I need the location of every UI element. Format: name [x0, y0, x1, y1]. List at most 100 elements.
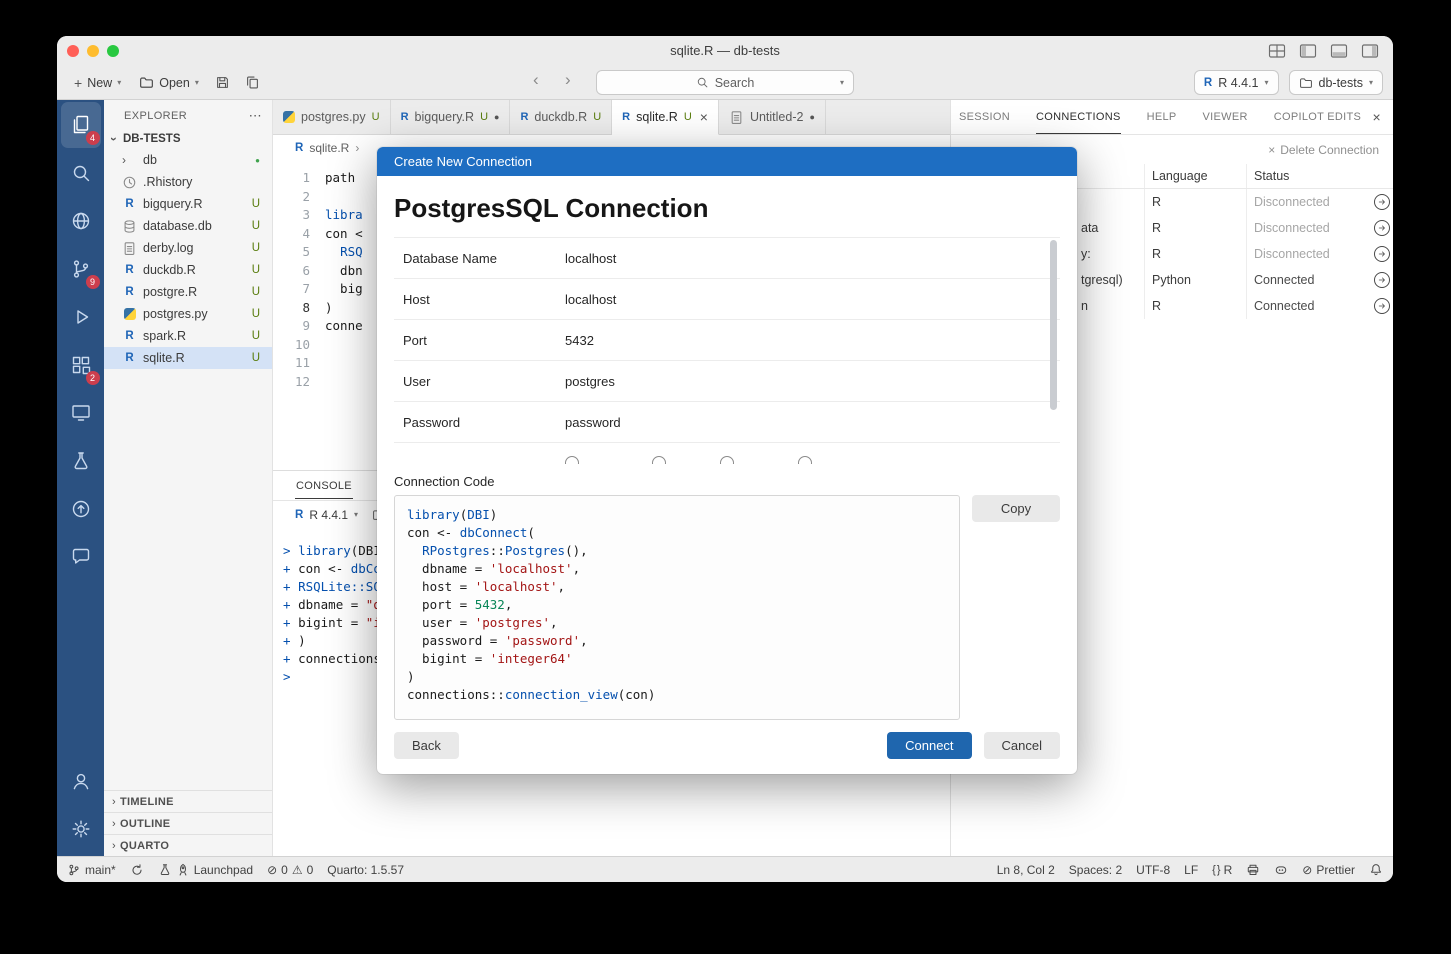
open-connection-icon[interactable]: [1374, 220, 1390, 236]
toggle-secondary-sidebar-icon[interactable]: [1361, 42, 1379, 60]
activity-run-debug-button[interactable]: [61, 294, 101, 340]
panel-tab-help[interactable]: HELP: [1147, 100, 1177, 134]
editor-tab-bigquery.r[interactable]: Rbigquery.RU●: [391, 100, 511, 135]
nav-back-button[interactable]: ‹: [533, 70, 539, 90]
activity-explorer-button[interactable]: 4: [61, 102, 101, 148]
new-button[interactable]: +New▾: [67, 71, 128, 95]
radio-option[interactable]: [652, 456, 666, 464]
section-outline[interactable]: ›OUTLINE: [104, 812, 272, 834]
activity-account-button[interactable]: [61, 758, 101, 804]
workspace-selector[interactable]: db-tests▾: [1289, 70, 1383, 95]
problems-status[interactable]: ⊘0⚠0: [267, 863, 313, 877]
top-action-bar: +New▾ Open▾ ‹ › Search ▾ RR 4.4.1▾ db-te…: [57, 66, 1393, 100]
form-scrollbar[interactable]: [1050, 240, 1057, 410]
minimize-window-button[interactable]: [87, 45, 99, 57]
cursor-position[interactable]: Ln 8, Col 2: [997, 863, 1055, 877]
activity-positron-assistant-button[interactable]: [61, 486, 101, 532]
breadcrumb-file[interactable]: sqlite.R: [309, 141, 349, 155]
zoom-window-button[interactable]: [107, 45, 119, 57]
indentation-setting[interactable]: Spaces: 2: [1069, 863, 1122, 877]
activity-source-control-button[interactable]: 9: [61, 246, 101, 292]
activity-testing-button[interactable]: [61, 438, 101, 484]
explorer-item-database.db[interactable]: database.dbU: [104, 215, 272, 237]
eol-setting[interactable]: LF: [1184, 863, 1198, 877]
delete-connection-button[interactable]: ×Delete Connection: [1268, 143, 1379, 157]
activity-settings-button[interactable]: [61, 806, 101, 852]
port-input[interactable]: 5432: [565, 333, 1060, 348]
close-panel-icon[interactable]: ×: [1373, 109, 1381, 125]
language-mode[interactable]: { }R: [1212, 863, 1232, 877]
database-name-input[interactable]: localhost: [565, 251, 1060, 266]
git-branch-status[interactable]: main*: [67, 863, 116, 877]
activity-publish-button[interactable]: [61, 198, 101, 244]
user-input[interactable]: postgres: [565, 374, 1060, 389]
panel-tab-copilot-edits[interactable]: COPILOT EDITS: [1274, 100, 1361, 134]
interpreter-label: R 4.4.1: [1218, 76, 1258, 90]
interpreter-selector[interactable]: RR 4.4.1▾: [1194, 70, 1279, 95]
open-button[interactable]: Open▾: [132, 71, 206, 95]
explorer-item-rhistory[interactable]: .Rhistory: [104, 171, 272, 193]
explorer-item-spark.r[interactable]: Rspark.RU: [104, 325, 272, 347]
customize-layout-icon[interactable]: [1268, 42, 1286, 60]
radio-option[interactable]: [720, 456, 734, 464]
toggle-panel-icon[interactable]: [1330, 42, 1348, 60]
editor-tab-untitled-2[interactable]: Untitled-2●: [719, 100, 826, 135]
editor-tab-duckdb.r[interactable]: Rduckdb.RU: [510, 100, 612, 135]
folder-icon: [139, 75, 154, 90]
cancel-button[interactable]: Cancel: [984, 732, 1060, 759]
printer-button[interactable]: [1246, 863, 1260, 877]
radio-option[interactable]: [798, 456, 812, 464]
sync-button[interactable]: [130, 863, 144, 877]
console-tab[interactable]: CONSOLE: [295, 473, 353, 499]
host-input[interactable]: localhost: [565, 292, 1060, 307]
panel-tab-session[interactable]: SESSION: [959, 100, 1010, 134]
password-input[interactable]: password: [565, 415, 1060, 430]
close-tab-icon[interactable]: ×: [700, 109, 708, 125]
explorer-item-sqlite.r[interactable]: Rsqlite.RU: [104, 347, 272, 369]
toggle-primary-sidebar-icon[interactable]: [1299, 42, 1317, 60]
open-connection-icon[interactable]: [1374, 272, 1390, 288]
explorer-item-postgres.py[interactable]: postgres.pyU: [104, 303, 272, 325]
activity-remote-button[interactable]: [61, 390, 101, 436]
more-actions-icon[interactable]: ⋯: [249, 108, 262, 124]
editor-tab-postgres.py[interactable]: postgres.pyU: [273, 100, 391, 135]
open-connection-icon[interactable]: [1374, 246, 1390, 262]
dirty-indicator[interactable]: ●: [494, 112, 499, 122]
explorer-item-bigquery.r[interactable]: Rbigquery.RU: [104, 193, 272, 215]
search-input[interactable]: Search ▾: [596, 70, 854, 95]
quarto-version[interactable]: Quarto: 1.5.57: [327, 863, 404, 877]
explorer-item-db[interactable]: ›db●: [104, 149, 272, 171]
save-icon[interactable]: [210, 71, 236, 95]
prettier-status[interactable]: ⊘Prettier: [1302, 863, 1355, 877]
duplicate-icon[interactable]: [240, 71, 266, 95]
copy-button[interactable]: Copy: [972, 495, 1060, 522]
copilot-button[interactable]: [1274, 863, 1288, 877]
explorer-item-postgre.r[interactable]: Rpostgre.RU: [104, 281, 272, 303]
connection-code-block[interactable]: library(DBI)con <- dbConnect( RPostgres:…: [394, 495, 960, 720]
section-quarto[interactable]: ›QUARTO: [104, 834, 272, 856]
activity-search-button[interactable]: [61, 150, 101, 196]
explorer-item-derby.log[interactable]: derby.logU: [104, 237, 272, 259]
panel-tab-connections[interactable]: CONNECTIONS: [1036, 100, 1121, 134]
panel-tab-viewer[interactable]: VIEWER: [1203, 100, 1248, 134]
open-connection-icon[interactable]: [1374, 298, 1390, 314]
close-window-button[interactable]: [67, 45, 79, 57]
back-button[interactable]: Back: [394, 732, 459, 759]
section-timeline[interactable]: ›TIMELINE: [104, 790, 272, 812]
git-status-badge: U: [252, 308, 272, 320]
notifications-button[interactable]: [1369, 863, 1383, 877]
launchpad-button[interactable]: Launchpad: [158, 863, 253, 877]
activity-extensions-button[interactable]: 2: [61, 342, 101, 388]
nav-forward-button[interactable]: ›: [565, 70, 571, 90]
editor-tab-sqlite.r[interactable]: Rsqlite.RU×: [612, 100, 719, 135]
activity-chat-button[interactable]: [61, 534, 101, 580]
dialog-title-bar[interactable]: Create New Connection: [377, 147, 1077, 176]
connect-button[interactable]: Connect: [887, 732, 971, 759]
chevron-down-icon[interactable]: ▾: [840, 78, 844, 87]
dirty-indicator[interactable]: ●: [809, 112, 814, 122]
explorer-section-header[interactable]: ›DB-TESTS: [104, 130, 272, 149]
radio-option[interactable]: [565, 456, 579, 464]
encoding-setting[interactable]: UTF-8: [1136, 863, 1170, 877]
explorer-item-duckdb.r[interactable]: Rduckdb.RU: [104, 259, 272, 281]
open-connection-icon[interactable]: [1374, 194, 1390, 210]
